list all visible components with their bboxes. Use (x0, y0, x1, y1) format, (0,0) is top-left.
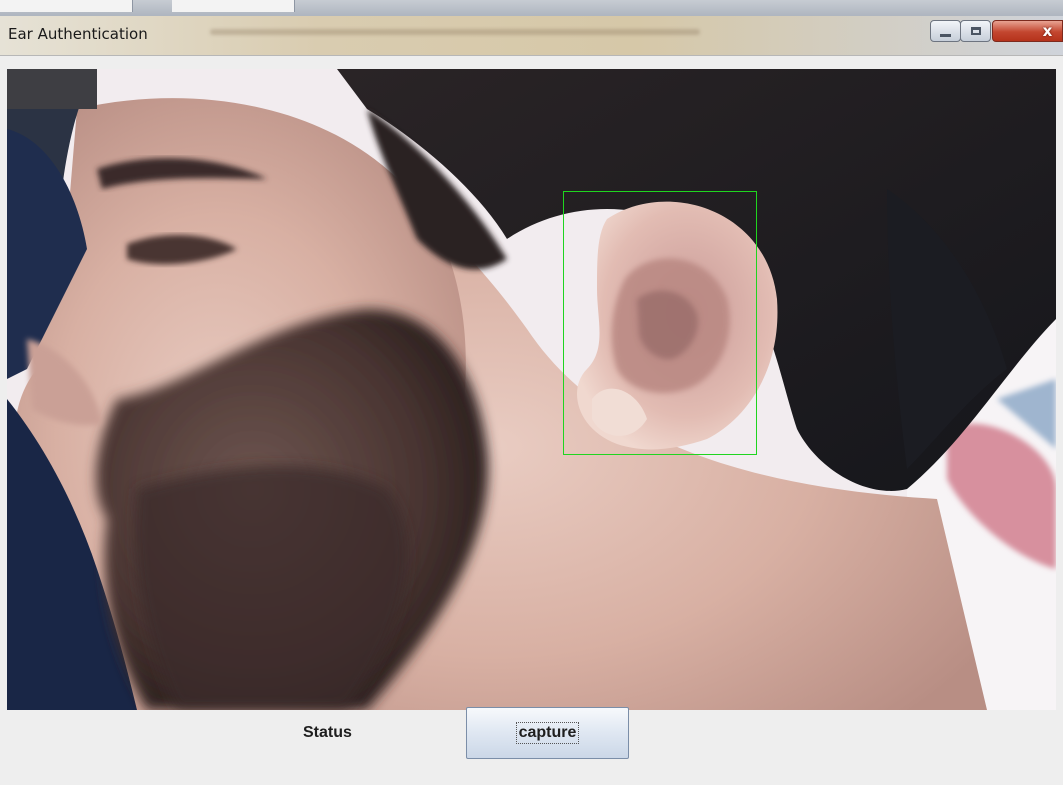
minimize-button[interactable] (930, 20, 961, 42)
window-title: Ear Authentication (8, 25, 148, 43)
camera-frame-illustration (7, 69, 1056, 710)
background-taskbar-strip (0, 0, 1063, 16)
title-bar[interactable]: Ear Authentication x (0, 16, 1063, 56)
close-icon: x (1042, 22, 1053, 40)
minimize-icon (940, 33, 951, 37)
capture-button-label: capture (515, 722, 580, 744)
blurred-background-text (210, 29, 700, 35)
background-window-edge (172, 0, 295, 12)
capture-button[interactable]: capture (466, 707, 629, 759)
ear-detection-box (563, 191, 757, 455)
maximize-icon (970, 27, 981, 35)
background-window-edge (0, 0, 133, 12)
maximize-button[interactable] (960, 20, 991, 42)
ear-authentication-window: Ear Authentication x Status capture (0, 16, 1063, 785)
close-button[interactable]: x (992, 20, 1063, 42)
camera-feed (7, 69, 1056, 710)
status-label: Status (303, 724, 352, 741)
